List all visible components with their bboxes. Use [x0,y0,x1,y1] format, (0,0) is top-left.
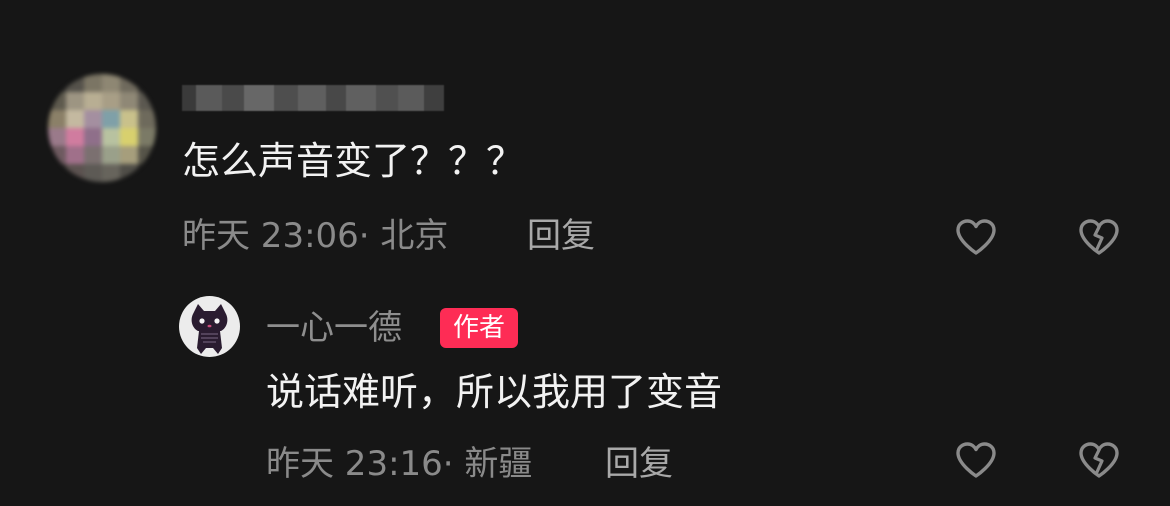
reply-dislike-button[interactable] [1078,441,1120,479]
broken-heart-icon [1079,442,1119,478]
heart-outline-icon [956,219,996,255]
comment-time: 昨天 23:06 [182,216,359,256]
cat-avatar-icon [191,304,228,354]
reply-location: · 新疆 [442,444,533,484]
comment-location: · 北京 [358,216,449,256]
reply-text: 说话难听，所以我用了变音 [266,370,723,414]
heart-outline-icon [956,442,996,478]
author-avatar[interactable] [179,296,240,357]
author-username[interactable]: 一心一德 [266,308,402,348]
reply-meta: 昨天 23:16· 新疆 [266,444,532,484]
comment-reply-button[interactable]: 回复 [527,216,595,256]
author-badge: 作者 [440,308,519,348]
commenter-name-blurred[interactable] [182,85,444,111]
comment-text: 怎么声音变了？？？ [182,139,525,183]
commenter-avatar[interactable] [48,74,156,182]
comment-dislike-button[interactable] [1078,218,1120,256]
reply-time: 昨天 23:16 [266,444,443,484]
reply-like-button[interactable] [955,441,997,479]
comment-meta: 昨天 23:06· 北京 [182,216,448,256]
reply-reply-button[interactable]: 回复 [605,444,673,484]
comment-like-button[interactable] [955,218,997,256]
broken-heart-icon [1079,219,1119,255]
